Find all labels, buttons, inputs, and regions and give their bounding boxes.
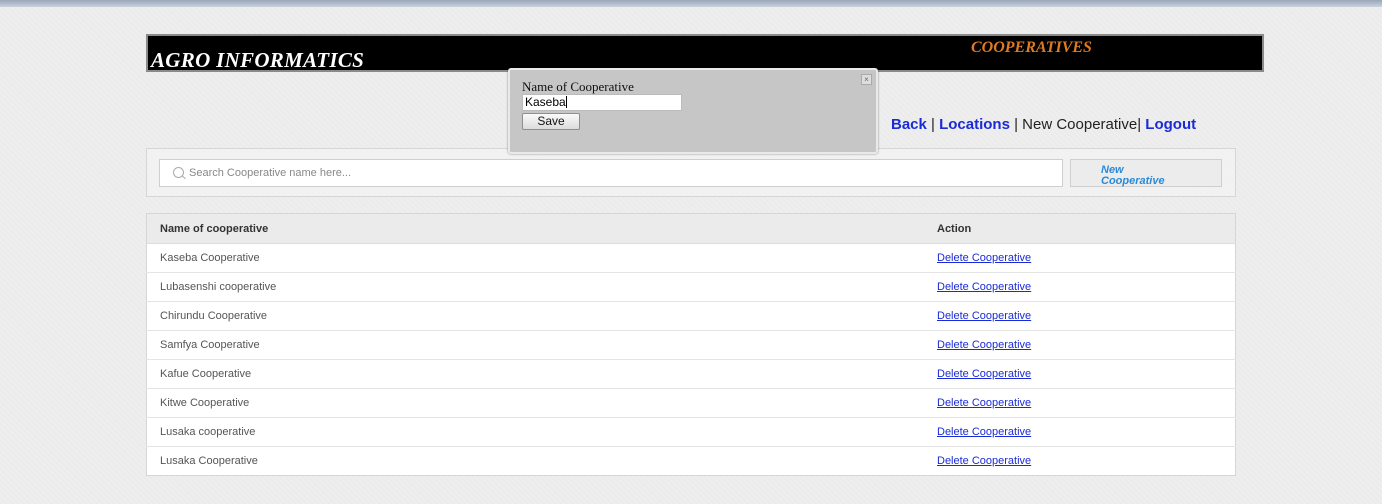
browser-bookmark-strip (0, 0, 1382, 7)
cooperative-name: Lusaka cooperative (146, 417, 922, 447)
table-row: Samfya Cooperative Delete Cooperative (146, 330, 1236, 360)
table-header-row: Name of cooperative Action (146, 213, 1236, 244)
nav-separator: | (926, 116, 940, 133)
cooperative-name: Kaseba Cooperative (146, 243, 922, 273)
column-header-name: Name of cooperative (146, 213, 922, 244)
new-cooperative-dialog: × Name of Cooperative Kaseba Save (508, 68, 878, 154)
cooperative-name-value: Kaseba (525, 95, 566, 109)
nav-separator: | (1009, 116, 1023, 133)
cooperative-name: Kafue Cooperative (146, 359, 922, 389)
delete-cooperative-link[interactable]: Delete Cooperative (937, 339, 1031, 351)
delete-cooperative-link[interactable]: Delete Cooperative (937, 455, 1031, 467)
text-caret (565, 96, 567, 108)
search-input[interactable]: Search Cooperative name here... (159, 159, 1063, 187)
cooperatives-table: Name of cooperative Action Kaseba Cooper… (146, 213, 1236, 476)
table-row: Kitwe Cooperative Delete Cooperative (146, 388, 1236, 418)
table-row: Lusaka Cooperative Delete Cooperative (146, 446, 1236, 476)
search-panel: Search Cooperative name here... New Coop… (146, 148, 1236, 197)
table-row: Kafue Cooperative Delete Cooperative (146, 359, 1236, 389)
back-link[interactable]: Back (891, 116, 927, 133)
cooperative-name: Kitwe Cooperative (146, 388, 922, 418)
close-icon[interactable]: × (861, 74, 872, 85)
table-row: Chirundu Cooperative Delete Cooperative (146, 301, 1236, 331)
delete-cooperative-link[interactable]: Delete Cooperative (937, 310, 1031, 322)
site-brand: AGRO INFORMATICS (151, 48, 365, 72)
search-icon (173, 167, 184, 178)
table-row: Lubasenshi cooperative Delete Cooperative (146, 272, 1236, 302)
delete-cooperative-link[interactable]: Delete Cooperative (937, 281, 1031, 293)
locations-link[interactable]: Locations (939, 116, 1010, 133)
cooperative-name-label: Name of Cooperative (522, 79, 634, 94)
delete-cooperative-link[interactable]: Delete Cooperative (937, 426, 1031, 438)
column-header-action: Action (922, 213, 1236, 244)
cooperative-name: Samfya Cooperative (146, 330, 922, 360)
delete-cooperative-link[interactable]: Delete Cooperative (937, 397, 1031, 409)
section-title: COOPERATIVES (971, 39, 1092, 56)
delete-cooperative-link[interactable]: Delete Cooperative (937, 368, 1031, 380)
cooperative-name-input[interactable]: Kaseba (522, 94, 682, 111)
cooperative-name: Lubasenshi cooperative (146, 272, 922, 302)
logout-link[interactable]: Logout (1145, 116, 1196, 133)
nav-current-page: New Cooperative| (1022, 116, 1142, 133)
save-button[interactable]: Save (522, 113, 580, 130)
new-cooperative-button[interactable]: New Cooperative (1070, 159, 1222, 187)
table-row: Lusaka cooperative Delete Cooperative (146, 417, 1236, 447)
table-row: Kaseba Cooperative Delete Cooperative (146, 243, 1236, 273)
site-header: AGRO INFORMATICS COOPERATIVES (146, 34, 1264, 72)
search-placeholder: Search Cooperative name here... (189, 167, 352, 179)
delete-cooperative-link[interactable]: Delete Cooperative (937, 252, 1031, 264)
cooperative-name: Lusaka Cooperative (146, 446, 922, 476)
cooperative-name: Chirundu Cooperative (146, 301, 922, 331)
new-cooperative-label: New Cooperative (1101, 164, 1165, 187)
top-navigation: Back | Locations | New Cooperative| Logo… (891, 116, 1196, 133)
